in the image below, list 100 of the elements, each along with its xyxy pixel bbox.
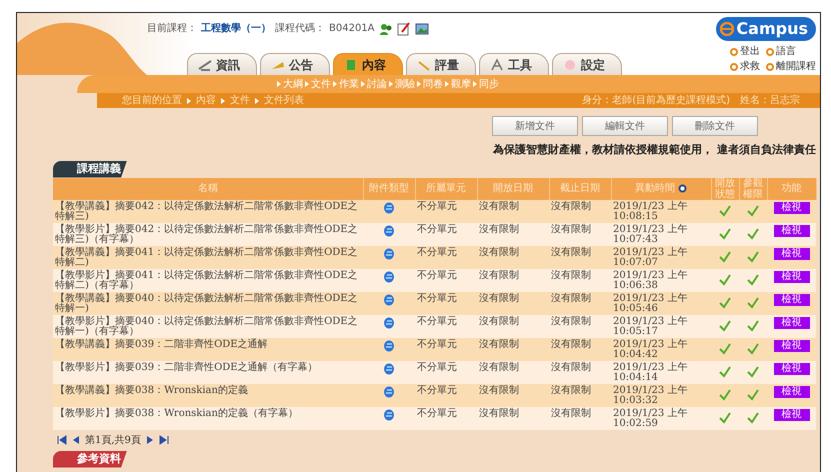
column-header: 異動時間 <box>611 178 711 200</box>
next-page-icon <box>144 435 155 445</box>
close-date-cell: 沒有限制 <box>551 362 591 372</box>
unit-cell: 不分單元 <box>417 292 457 304</box>
view-button[interactable]: 檢視 <box>774 386 810 398</box>
open-date-cell: 沒有限制 <box>479 316 519 326</box>
pen-icon <box>198 58 212 72</box>
nav-tab[interactable]: 評量 <box>406 53 476 75</box>
header-link[interactable]: 離開課程 <box>766 59 816 74</box>
view-button[interactable]: 檢視 <box>774 340 810 352</box>
last-page-icon <box>158 435 169 445</box>
unit-cell: 不分單元 <box>417 316 457 326</box>
arrow-icon <box>277 81 281 87</box>
unit-cell: 不分單元 <box>417 200 457 212</box>
e-logo-icon <box>720 22 734 36</box>
page-indicator: 第1頁,共9頁 <box>85 434 141 448</box>
modified-time: 2019/1/23 上午 10:02:59 <box>613 408 688 430</box>
open-date-cell: 沒有限制 <box>479 292 519 304</box>
globe-icon <box>383 316 395 328</box>
close-date-cell: 沒有限制 <box>551 292 591 304</box>
globe-icon <box>383 408 395 420</box>
open-date-cell: 沒有限制 <box>479 270 519 280</box>
course-code: B04201A <box>329 22 375 36</box>
document-name[interactable]: 【教學講義】摘要042：以待定係數法解析二階常係數非齊性ODE之特解三) <box>55 202 361 222</box>
modified-time: 2019/1/23 上午 10:06:38 <box>613 270 688 292</box>
modified-time: 2019/1/23 上午 10:04:14 <box>613 362 688 384</box>
globe-icon <box>383 248 395 260</box>
course-code-label: 課程代碼： <box>275 22 325 36</box>
logo-text: Campus <box>736 18 808 40</box>
column-header: 開放狀態 <box>711 178 739 200</box>
column-header: 功能 <box>767 178 816 200</box>
course-label: 目前課程： <box>147 22 197 36</box>
document-button[interactable]: 編輯文件 <box>582 116 668 136</box>
header-link[interactable]: 求救 <box>730 59 760 74</box>
unit-cell: 不分單元 <box>417 384 457 396</box>
arrow-icon <box>361 81 365 87</box>
breadcrumb-separator-icon <box>255 98 259 104</box>
document-button[interactable]: 刪除文件 <box>672 116 758 136</box>
edit-note-icon <box>396 22 411 36</box>
section-title: 參考資料 <box>53 450 127 468</box>
nav-tab[interactable]: 資訊 <box>187 53 257 75</box>
modified-time: 2019/1/23 上午 10:04:42 <box>613 340 688 360</box>
breadcrumb-separator-icon <box>187 98 191 104</box>
header-link[interactable]: 登出 <box>730 44 760 59</box>
nav-tab[interactable]: 內容 <box>333 53 403 75</box>
arrow-icon <box>305 81 309 87</box>
arrow-icon <box>473 81 477 87</box>
arrow-icon <box>389 81 393 87</box>
arrow-icon <box>417 81 421 87</box>
breadcrumb-item: 您目前的位置 <box>122 94 182 108</box>
open-date-cell: 沒有限制 <box>479 224 519 234</box>
nav-tab[interactable]: 公告 <box>260 53 330 75</box>
modified-time: 2019/1/23 上午 10:05:46 <box>613 294 688 314</box>
view-button[interactable]: 檢視 <box>774 408 810 420</box>
header-link[interactable]: 語言 <box>766 44 816 59</box>
unit-cell: 不分單元 <box>417 270 457 280</box>
unit-cell: 不分單元 <box>417 246 457 258</box>
book-icon <box>344 58 358 72</box>
modified-time: 2019/1/23 上午 10:07:07 <box>613 248 688 268</box>
nav-tab[interactable]: 設定 <box>552 53 622 75</box>
document-name[interactable]: 【教學講義】摘要040：以待定係數法解析二階常係數非齊性ODE之特解一) <box>55 294 361 314</box>
globe-icon <box>383 340 395 352</box>
people-icon <box>378 22 393 36</box>
document-name[interactable]: 【教學講義】摘要041：以待定係數法解析二階常係數非齊性ODE之特解二) <box>55 248 361 268</box>
image-icon <box>414 22 429 36</box>
close-date-cell: 沒有限制 <box>551 246 591 258</box>
view-button[interactable]: 檢視 <box>774 202 810 214</box>
modified-time: 2019/1/23 上午 10:08:15 <box>613 202 688 222</box>
view-button[interactable]: 檢視 <box>774 224 810 236</box>
document-button[interactable]: 新增文件 <box>492 116 578 136</box>
close-date-cell: 沒有限制 <box>551 200 591 212</box>
unit-cell: 不分單元 <box>417 224 457 234</box>
arrow-icon <box>333 81 337 87</box>
modified-time: 2019/1/23 上午 10:07:43 <box>613 224 688 246</box>
modified-time: 2019/1/23 上午 10:03:32 <box>613 386 688 406</box>
first-page-icon <box>57 435 67 445</box>
globe-icon <box>383 294 395 306</box>
previous-page-icon <box>71 435 81 445</box>
document-name[interactable]: 【教學影片】摘要041：以待定係數法解析二階常係數非齊性ODE之特解二)（有字幕） <box>55 270 361 292</box>
open-date-cell: 沒有限制 <box>479 200 519 212</box>
view-button[interactable]: 檢視 <box>774 270 810 282</box>
nav-tab[interactable]: 工具 <box>479 53 549 75</box>
globe-icon <box>383 362 395 374</box>
view-button[interactable]: 檢視 <box>774 248 810 260</box>
unit-cell: 不分單元 <box>417 408 457 418</box>
course-name: 工程數學（一） <box>201 22 271 36</box>
close-date-cell: 沒有限制 <box>551 338 591 350</box>
document-name[interactable]: 【教學影片】摘要042：以待定係數法解析二階常係數非齊性ODE之特解三)（有字幕） <box>55 224 361 246</box>
sort-icon <box>678 184 687 193</box>
column-header: 截止日期 <box>549 178 611 200</box>
unit-cell: 不分單元 <box>417 338 457 350</box>
unit-cell: 不分單元 <box>417 362 457 372</box>
view-button[interactable]: 檢視 <box>774 362 810 374</box>
column-header: 開放日期 <box>477 178 549 200</box>
document-name[interactable]: 【教學影片】摘要040：以待定係數法解析二階常係數非齊性ODE之特解一)（有字幕） <box>55 316 361 338</box>
close-date-cell: 沒有限制 <box>551 384 591 396</box>
modified-time: 2019/1/23 上午 10:05:17 <box>613 316 688 338</box>
view-button[interactable]: 檢視 <box>774 294 810 306</box>
view-button[interactable]: 檢視 <box>774 316 810 328</box>
open-date-cell: 沒有限制 <box>479 384 519 396</box>
